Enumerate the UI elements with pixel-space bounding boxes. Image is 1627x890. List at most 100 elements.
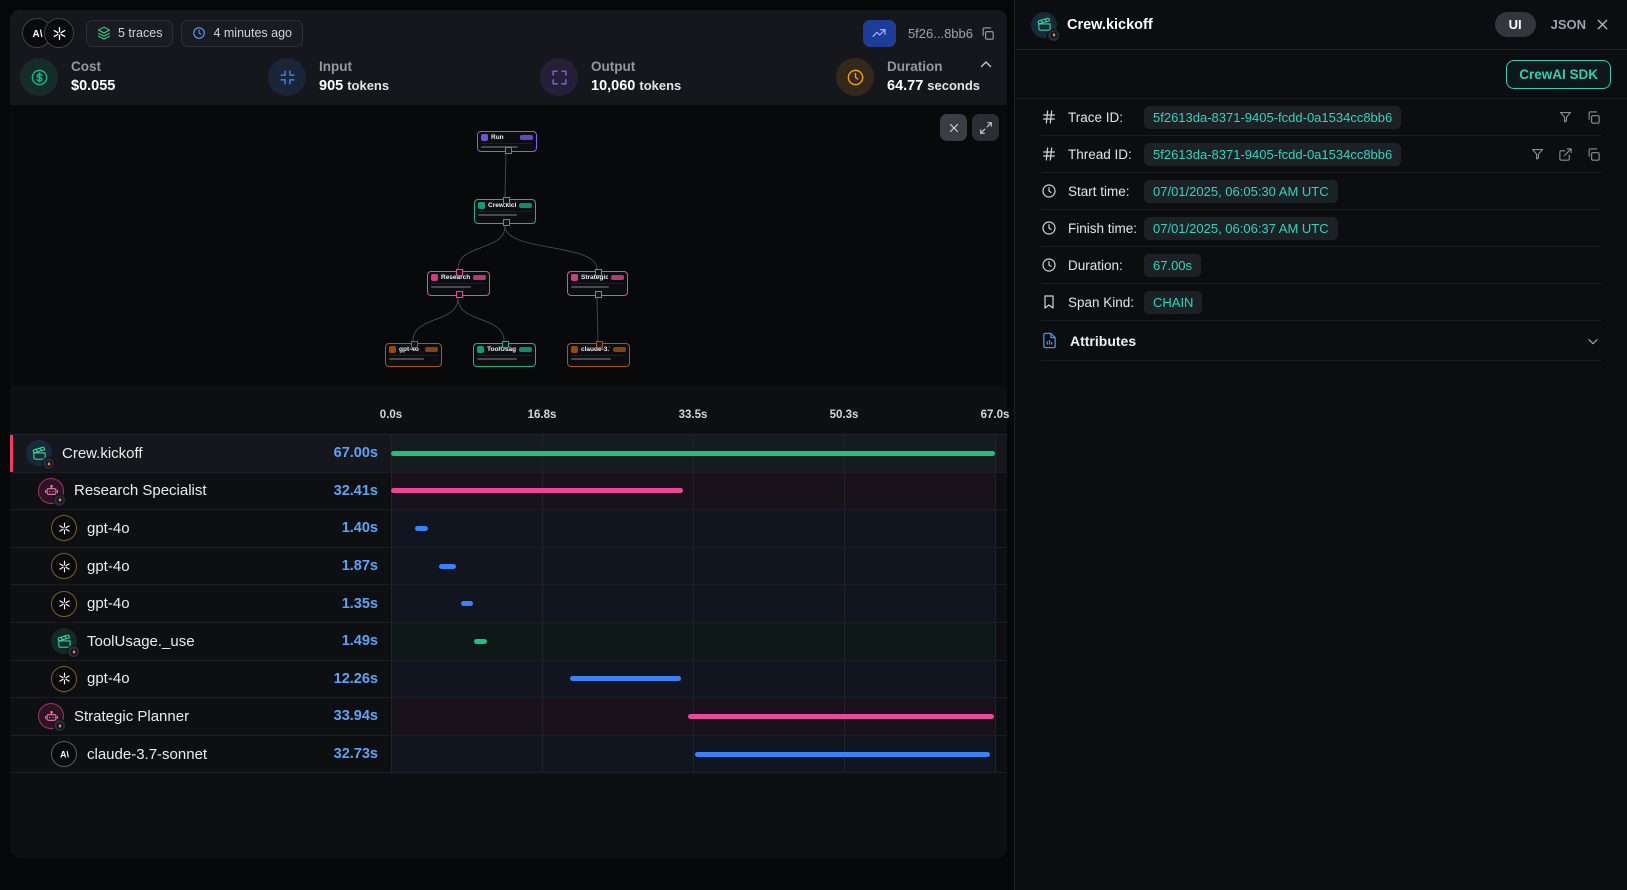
panel-tabs: UI JSON [1495, 12, 1586, 37]
span-bar[interactable] [695, 752, 990, 757]
openai-logo[interactable] [44, 18, 74, 48]
clock-icon [1041, 183, 1059, 199]
graph-expand-button[interactable] [972, 114, 999, 141]
span-name: ToolUsage._use [87, 633, 195, 650]
span-track [391, 661, 995, 698]
graph-node[interactable]: Crew.kickoff [474, 199, 536, 224]
tab-ui[interactable]: UI [1495, 12, 1536, 37]
detail-row: Duration: 67.00s [1041, 247, 1601, 284]
span-bar[interactable] [391, 488, 683, 493]
detail-row-value: 67.00s [1144, 254, 1201, 277]
span-bar[interactable] [391, 451, 995, 456]
detail-row: Thread ID: 5f2613da-8371-9405-fcdd-0a153… [1041, 136, 1601, 173]
span-duration: 32.73s [334, 746, 378, 762]
node-badge [519, 203, 532, 208]
timeline-row[interactable]: ToolUsage._use 1.49s [10, 623, 1007, 661]
graph-node[interactable]: Research Speciali... [427, 271, 490, 296]
span-bar[interactable] [415, 526, 428, 531]
timeline-row[interactable]: Research Specialist 32.41s [10, 473, 1007, 511]
copy-icon[interactable] [1586, 147, 1601, 162]
detail-row: Start time: 07/01/2025, 06:05:30 AM UTC [1041, 173, 1601, 210]
openai-logo [51, 591, 77, 617]
svg-text:A\: A\ [60, 749, 69, 759]
timeline-row[interactable]: gpt-4o 1.35s [10, 585, 1007, 623]
metrics-button[interactable] [863, 20, 896, 47]
span-bar[interactable] [439, 564, 456, 569]
graph-node[interactable]: Run [477, 131, 537, 152]
span-bar[interactable] [474, 639, 487, 644]
copy-icon[interactable] [980, 26, 995, 41]
node-badge [473, 275, 486, 280]
span-bar[interactable] [688, 714, 994, 719]
graph-node[interactable]: gpt-4o [385, 343, 442, 367]
timeline-row[interactable]: gpt-4o 1.40s [10, 510, 1007, 548]
node-subtext [389, 355, 438, 360]
node-label: gpt-4o [399, 346, 422, 353]
span-name-cell: A\ claude-3.7-sonnet 32.73s [10, 741, 391, 767]
node-subtext [477, 355, 532, 360]
node-label: ToolUsage._use [487, 346, 516, 353]
graph-node[interactable]: claude-3.7-sonnet [567, 343, 630, 367]
timeline-row[interactable]: Strategic Planner 33.94s [10, 698, 1007, 736]
trace-chip[interactable]: 4 minutes ago [181, 20, 303, 47]
axis-tick-label: 33.5s [679, 409, 708, 421]
stat-unit: tokens [639, 78, 681, 93]
detail-row-actions [1558, 110, 1601, 125]
timeline-row[interactable]: A\ claude-3.7-sonnet 32.73s [10, 736, 1007, 774]
tab-json[interactable]: JSON [1551, 17, 1586, 32]
span-name: gpt-4o [87, 558, 130, 575]
panel-title: Crew.kickoff [1067, 17, 1153, 33]
filter-icon[interactable] [1530, 147, 1545, 162]
detail-row-value: CHAIN [1144, 291, 1202, 314]
span-detail-panel: Crew.kickoff UI JSON CrewAI SDK Trace ID… [1014, 0, 1627, 890]
span-track [391, 435, 995, 472]
graph-toolbar [940, 114, 999, 141]
agent-robot-icon [38, 478, 64, 504]
filter-icon[interactable] [1558, 110, 1573, 125]
span-duration: 12.26s [334, 671, 378, 687]
svg-text:A\: A\ [32, 29, 42, 40]
node-type-icon [389, 346, 396, 353]
graph-node[interactable]: Strategic Planner [567, 271, 628, 296]
expand4-icon [540, 58, 578, 96]
attributes-section[interactable]: Attributes [1041, 321, 1601, 361]
copy-icon[interactable] [1586, 110, 1601, 125]
sdk-badge: CrewAI SDK [1506, 60, 1611, 89]
node-type-icon [571, 346, 578, 353]
graph-close-button[interactable] [940, 114, 967, 141]
span-bar[interactable] [461, 601, 473, 606]
node-type-icon [478, 202, 485, 209]
detail-row-value: 5f2613da-8371-9405-fcdd-0a1534cc8bb6 [1144, 106, 1401, 129]
timeline-row[interactable]: Crew.kickoff 67.00s [10, 435, 1007, 473]
trace-main-area: A\ 5 traces 4 minutes ago 5f26...8bb6 Co… [0, 0, 1014, 890]
close-icon[interactable] [1594, 16, 1611, 33]
trace-card: A\ 5 traces 4 minutes ago 5f26...8bb6 Co… [10, 10, 1007, 858]
graph-node[interactable]: ToolUsage._use [473, 343, 536, 367]
crewai-badge-icon [42, 457, 55, 470]
trace-chip[interactable]: 5 traces [86, 20, 173, 47]
chip-label: 5 traces [118, 26, 162, 40]
span-track [391, 548, 995, 585]
graph-node-header: Run [481, 134, 533, 141]
node-badge [425, 347, 438, 352]
span-name-cell: gpt-4o 12.26s [10, 666, 391, 692]
external-icon[interactable] [1558, 147, 1573, 162]
file-chart-icon [1041, 332, 1058, 349]
span-bar[interactable] [570, 676, 681, 681]
span-name-cell: Strategic Planner 33.94s [10, 703, 391, 729]
axis-tick-label: 50.3s [830, 409, 859, 421]
span-track [391, 736, 995, 773]
detail-row-label: Finish time: [1068, 221, 1144, 236]
crew-icon [1031, 12, 1057, 38]
node-label: claude-3.7-sonnet [581, 346, 610, 353]
chevron-up-icon[interactable] [977, 56, 995, 74]
node-type-icon [571, 274, 578, 281]
timeline-row[interactable]: gpt-4o 12.26s [10, 661, 1007, 699]
timeline-row[interactable]: gpt-4o 1.87s [10, 548, 1007, 586]
detail-row-value: 07/01/2025, 06:05:30 AM UTC [1144, 180, 1338, 203]
graph-node-header: ToolUsage._use [477, 346, 532, 353]
stat-unit: seconds [927, 78, 980, 93]
anthropic-logo: A\ [51, 741, 77, 767]
stat-label: Input [319, 59, 389, 74]
trace-short-id: 5f26...8bb6 [908, 26, 973, 41]
